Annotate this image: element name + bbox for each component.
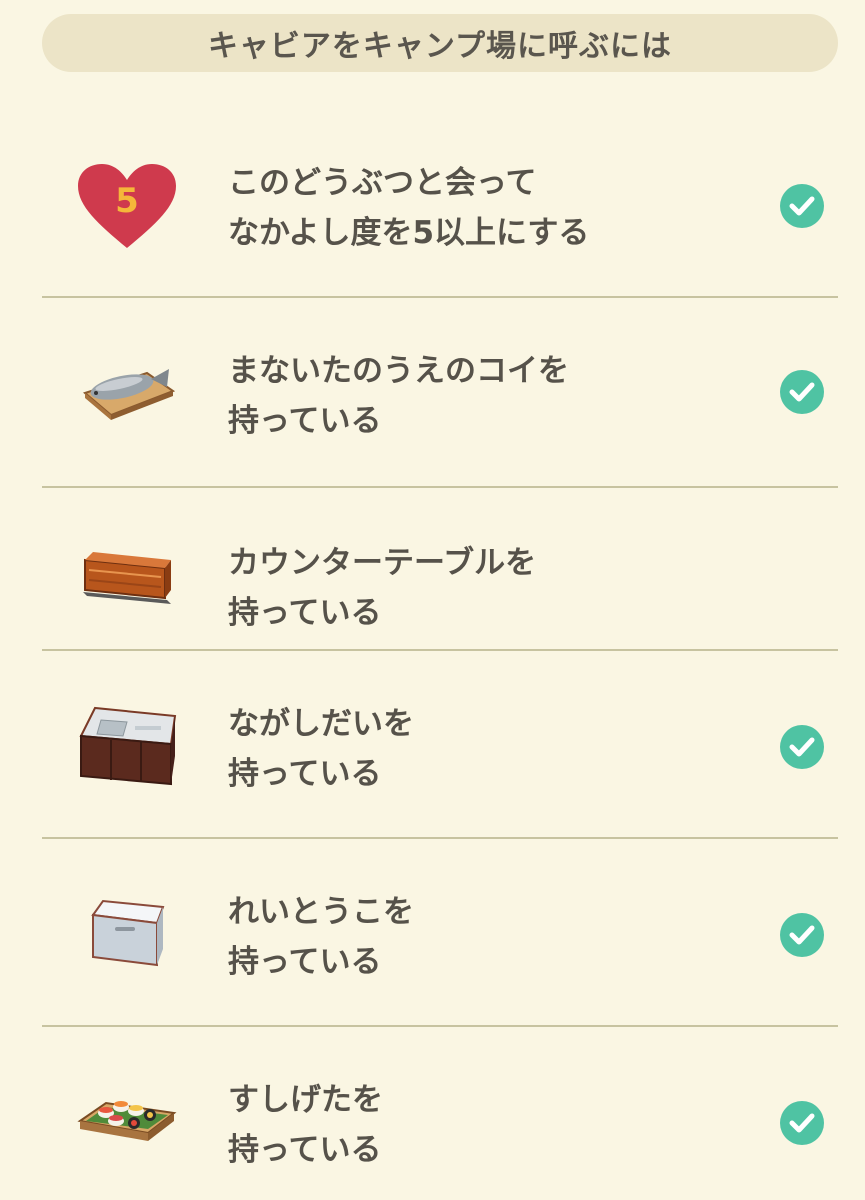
condition-row-carp-cutting-board: まないたのうえのコイを 持っている — [42, 298, 838, 488]
condition-text: まないたのうえのコイを 持っている — [228, 346, 569, 446]
condition-row-sushi-platter: すしげたを 持っている — [42, 1027, 838, 1197]
condition-text: カウンターテーブルを 持っている — [228, 538, 536, 638]
page-title: キャビアをキャンプ場に呼ぶには — [207, 29, 673, 64]
kitchen-sink-icon — [72, 695, 182, 795]
condition-row-counter-table: カウンターテーブルを 持っている — [42, 488, 838, 651]
sushi-platter-icon — [72, 1067, 182, 1167]
condition-text-line2: 持っている — [228, 944, 382, 980]
condition-text-line1: このどうぶつと会って — [228, 165, 537, 201]
condition-text-line2: なかよし度を5以上にする — [228, 215, 590, 251]
condition-text-line2: 持っている — [228, 595, 382, 631]
counter-table-icon — [72, 528, 182, 628]
condition-text: れいとうこを 持っている — [228, 887, 414, 987]
condition-list: 5 このどうぶつと会って なかよし度を5以上にする まないたのうえのコイを 持っ… — [42, 110, 838, 1197]
condition-text-line1: まないたのうえのコイを — [228, 353, 569, 389]
condition-text-line2: 持っている — [228, 1132, 382, 1168]
check-icon — [780, 913, 824, 957]
condition-text: すしげたを 持っている — [228, 1075, 383, 1175]
check-icon — [780, 725, 824, 769]
condition-text-line1: カウンターテーブルを — [228, 545, 537, 581]
condition-text-line1: れいとうこを — [228, 894, 414, 930]
header-banner: キャビアをキャンプ場に呼ぶには — [42, 14, 838, 72]
condition-text: ながしだいを 持っている — [228, 699, 414, 799]
check-icon — [780, 184, 824, 228]
condition-text-line2: 持っている — [228, 756, 382, 792]
condition-text-line1: ながしだいを — [228, 706, 414, 742]
check-icon — [780, 370, 824, 414]
condition-row-friendship: 5 このどうぶつと会って なかよし度を5以上にする — [42, 110, 838, 298]
check-icon — [780, 1101, 824, 1145]
condition-text-line2: 持っている — [228, 403, 382, 439]
heart-number: 5 — [115, 181, 139, 221]
condition-text-line1: すしげたを — [228, 1082, 383, 1118]
condition-row-kitchen-sink: ながしだいを 持っている — [42, 651, 838, 839]
heart-icon: 5 — [72, 156, 182, 256]
refrigerator-icon — [72, 883, 182, 983]
condition-text: このどうぶつと会って なかよし度を5以上にする — [228, 158, 589, 258]
carp-on-cutting-board-icon — [72, 342, 182, 442]
condition-row-freezer: れいとうこを 持っている — [42, 839, 838, 1027]
